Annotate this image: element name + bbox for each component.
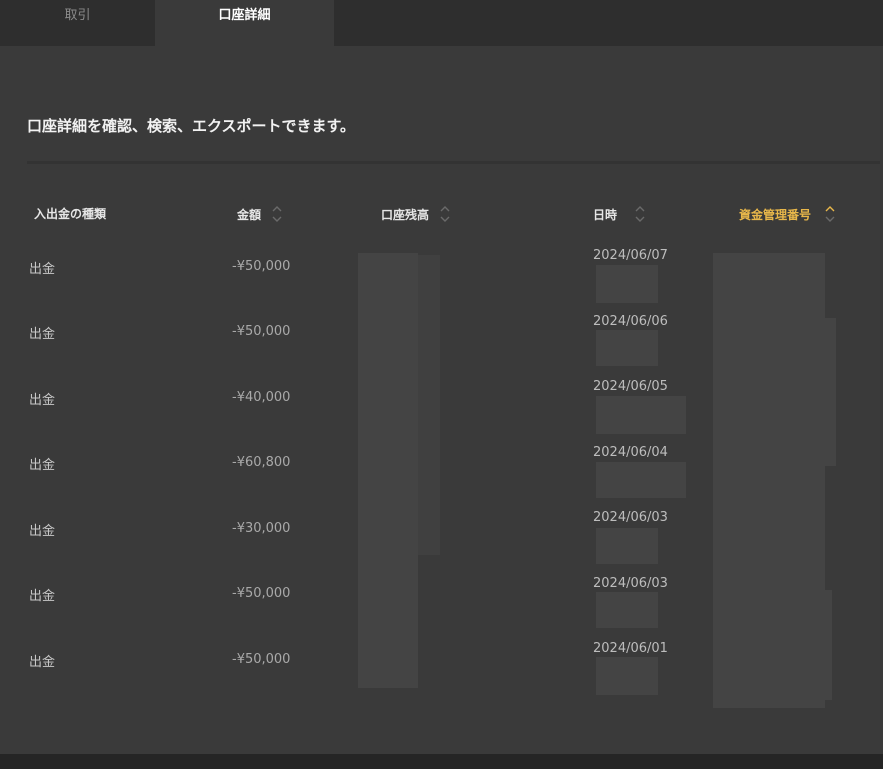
redacted-time	[596, 265, 658, 303]
column-header-balance[interactable]: 口座残高	[381, 205, 451, 223]
column-header-fund-id[interactable]: 資金管理番号	[739, 205, 836, 223]
cell-date: 2024/06/06	[593, 314, 668, 329]
divider	[27, 161, 880, 164]
column-header-type-label: 入出金の種類	[34, 207, 107, 221]
cell-amount: -¥30,000	[232, 521, 291, 536]
cell-amount: -¥50,000	[232, 324, 291, 339]
sort-icon[interactable]	[824, 205, 836, 223]
redacted-time	[596, 592, 658, 628]
cell-date: 2024/06/04	[593, 445, 668, 460]
redacted-fund-id-area	[728, 318, 836, 466]
redacted-time	[596, 330, 658, 366]
redacted-time	[596, 396, 686, 434]
page-description: 口座詳細を確認、検索、エクスポートできます。	[27, 117, 356, 135]
column-header-amount-label: 金額	[237, 207, 262, 222]
tab-bar: 取引 口座詳細	[0, 0, 883, 46]
cell-amount: -¥60,800	[232, 455, 291, 470]
cell-type: 出金	[29, 262, 56, 277]
account-details-page: 取引 口座詳細 口座詳細を確認、検索、エクスポートできます。 入出金の種類 金額…	[0, 0, 883, 769]
cell-type: 出金	[29, 589, 56, 604]
sort-icon[interactable]	[271, 205, 283, 223]
cell-date: 2024/06/07	[593, 248, 668, 263]
redacted-time	[596, 657, 658, 695]
column-header-amount[interactable]: 金額	[237, 205, 283, 223]
cell-date: 2024/06/03	[593, 576, 668, 591]
cell-amount: -¥50,000	[232, 259, 291, 274]
redacted-fund-id-area	[720, 590, 832, 700]
footer-bar	[0, 754, 883, 769]
tab-account-details[interactable]: 口座詳細	[155, 0, 334, 46]
column-header-datetime-label: 日時	[593, 207, 618, 222]
cell-type: 出金	[29, 393, 56, 408]
sort-icon[interactable]	[439, 205, 451, 223]
cell-type: 出金	[29, 327, 56, 342]
column-header-fund-id-label: 資金管理番号	[739, 207, 812, 222]
sort-icon[interactable]	[634, 205, 646, 223]
cell-date: 2024/06/03	[593, 510, 668, 525]
redacted-time	[596, 528, 658, 564]
column-header-balance-label: 口座残高	[381, 207, 430, 222]
redacted-balance-area	[418, 255, 440, 555]
redacted-balance-area	[358, 253, 418, 688]
cell-type: 出金	[29, 458, 56, 473]
cell-amount: -¥40,000	[232, 390, 291, 405]
cell-amount: -¥50,000	[232, 586, 291, 601]
cell-type: 出金	[29, 655, 56, 670]
cell-type: 出金	[29, 524, 56, 539]
cell-amount: -¥50,000	[232, 652, 291, 667]
cell-date: 2024/06/05	[593, 379, 668, 394]
redacted-time	[596, 462, 686, 498]
column-header-datetime[interactable]: 日時	[593, 205, 646, 223]
tab-trade[interactable]: 取引	[0, 0, 155, 46]
cell-date: 2024/06/01	[593, 641, 668, 656]
column-header-type: 入出金の種類	[34, 205, 106, 222]
